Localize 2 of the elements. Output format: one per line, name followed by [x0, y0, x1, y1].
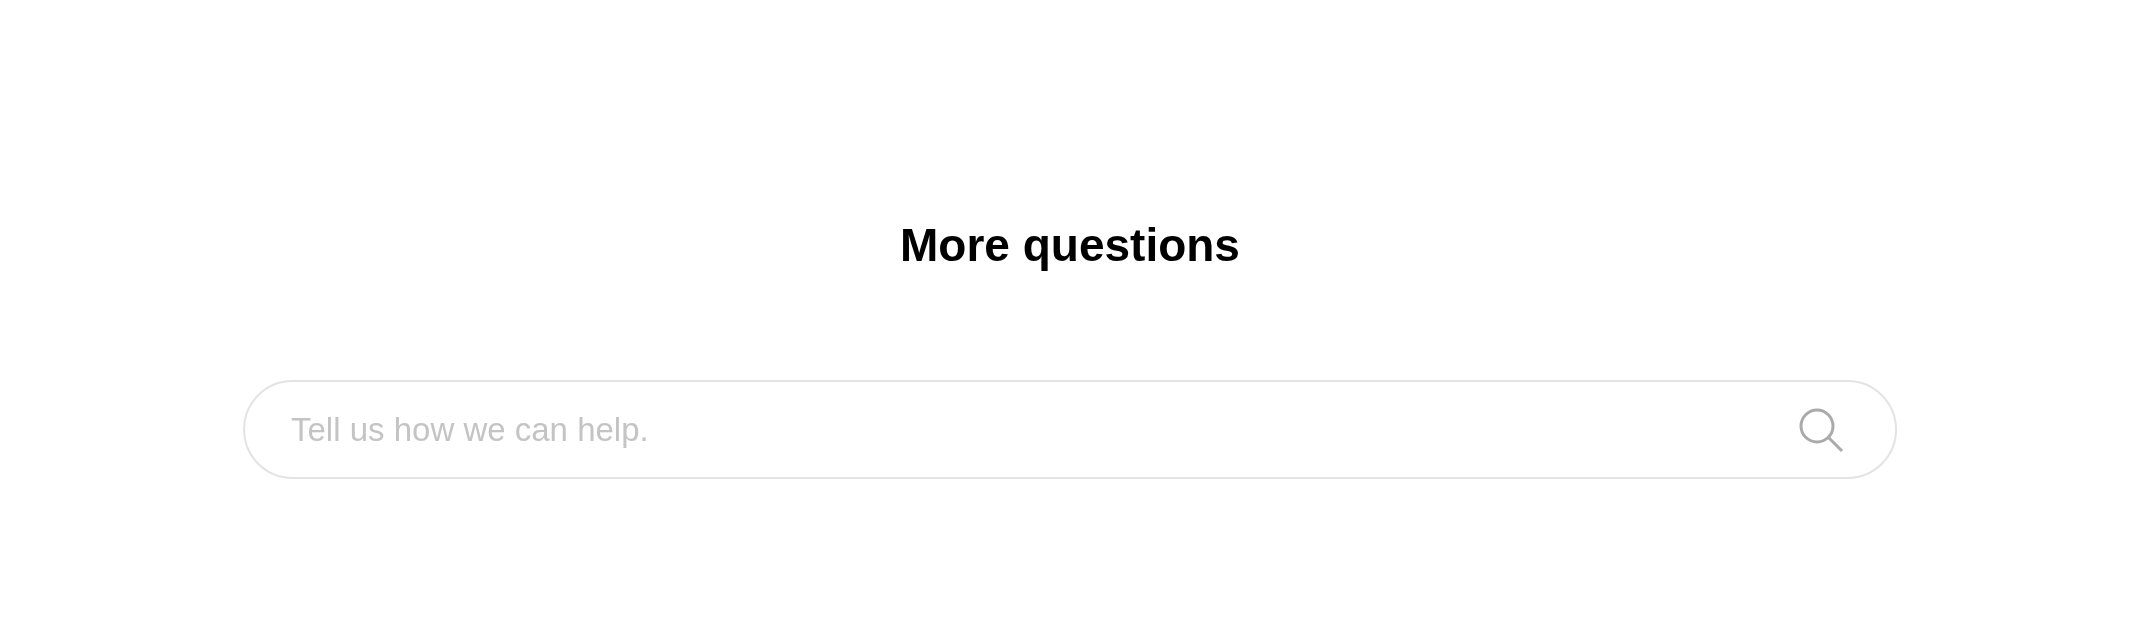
search-field[interactable]: Tell us how we can help. — [243, 380, 1897, 479]
search-input[interactable]: Tell us how we can help. — [291, 404, 1797, 455]
